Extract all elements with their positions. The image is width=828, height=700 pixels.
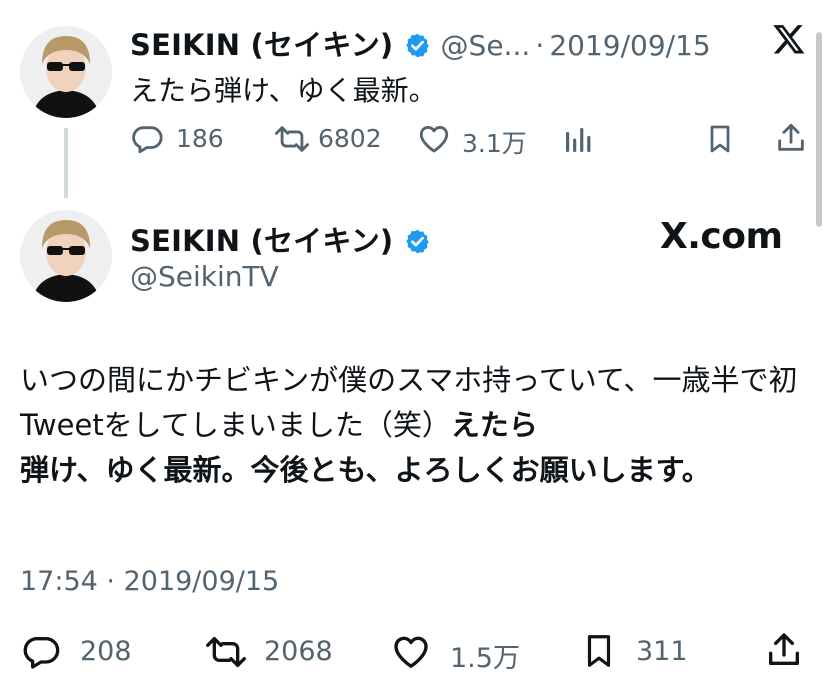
tweet-timestamp[interactable]: 17:54 · 2019/09/15 (20, 566, 279, 597)
share-icon[interactable] (774, 120, 808, 156)
reply-icon[interactable] (20, 632, 62, 672)
tweet-text-plain: いつの間にかチビキンが僕のスマホ持っていて、一歳半で初Tweetをしてしまいまし… (20, 363, 798, 442)
avatar[interactable] (20, 26, 112, 118)
tweet-text-bold: えたら (450, 408, 538, 442)
separator-dot: · (106, 566, 115, 597)
share-icon[interactable] (764, 628, 804, 672)
avatar[interactable] (20, 210, 112, 302)
scrollbar[interactable] (816, 32, 822, 227)
reply-icon[interactable] (130, 122, 164, 156)
avatar-image (20, 26, 112, 118)
quoted-tweet-text: えたら弾け、ゆく最新。 (130, 74, 437, 107)
views-icon[interactable] (562, 124, 594, 156)
avatar-image (20, 210, 112, 302)
verified-badge-icon (406, 229, 430, 254)
display-name[interactable]: SEIKIN (セイキン) (130, 224, 393, 258)
thread-connector (64, 128, 68, 198)
bookmark-icon[interactable] (704, 122, 736, 156)
verified-badge-icon (406, 33, 430, 58)
tweet-time: 17:54 (20, 566, 98, 597)
x-logo-icon[interactable] (772, 22, 806, 60)
handle[interactable]: @Se... (441, 29, 531, 62)
bookmark-icon[interactable] (580, 630, 618, 672)
brand-watermark: X.com (660, 216, 783, 257)
bookmark-count: 311 (636, 636, 688, 667)
display-name[interactable]: SEIKIN (セイキン) (130, 28, 393, 62)
tweet-date[interactable]: 2019/09/15 (549, 29, 710, 62)
retweet-icon[interactable] (272, 122, 312, 156)
like-icon[interactable] (416, 122, 452, 156)
tweet-date: 2019/09/15 (123, 566, 280, 597)
tweet-text-bold: 弾け、ゆく最新。今後とも、よろしくお願いします。 (20, 453, 711, 487)
like-icon[interactable] (390, 632, 432, 672)
retweet-icon[interactable] (202, 632, 250, 672)
like-count: 1.5万 (450, 643, 520, 674)
main-tweet-header: SEIKIN (セイキン) (130, 218, 431, 260)
handle[interactable]: @SeikinTV (130, 260, 279, 293)
reply-count: 186 (176, 124, 224, 153)
separator-dot: · (535, 29, 545, 62)
quoted-tweet-header: SEIKIN (セイキン) @Se... · 2019/09/15 (130, 22, 711, 64)
reply-count: 208 (80, 636, 132, 667)
like-count: 3.1万 (462, 129, 527, 158)
main-tweet-text: いつの間にかチビキンが僕のスマホ持っていて、一歳半で初Tweetをしてしまいまし… (20, 358, 812, 493)
retweet-count: 6802 (318, 124, 382, 153)
retweet-count: 2068 (264, 636, 333, 667)
